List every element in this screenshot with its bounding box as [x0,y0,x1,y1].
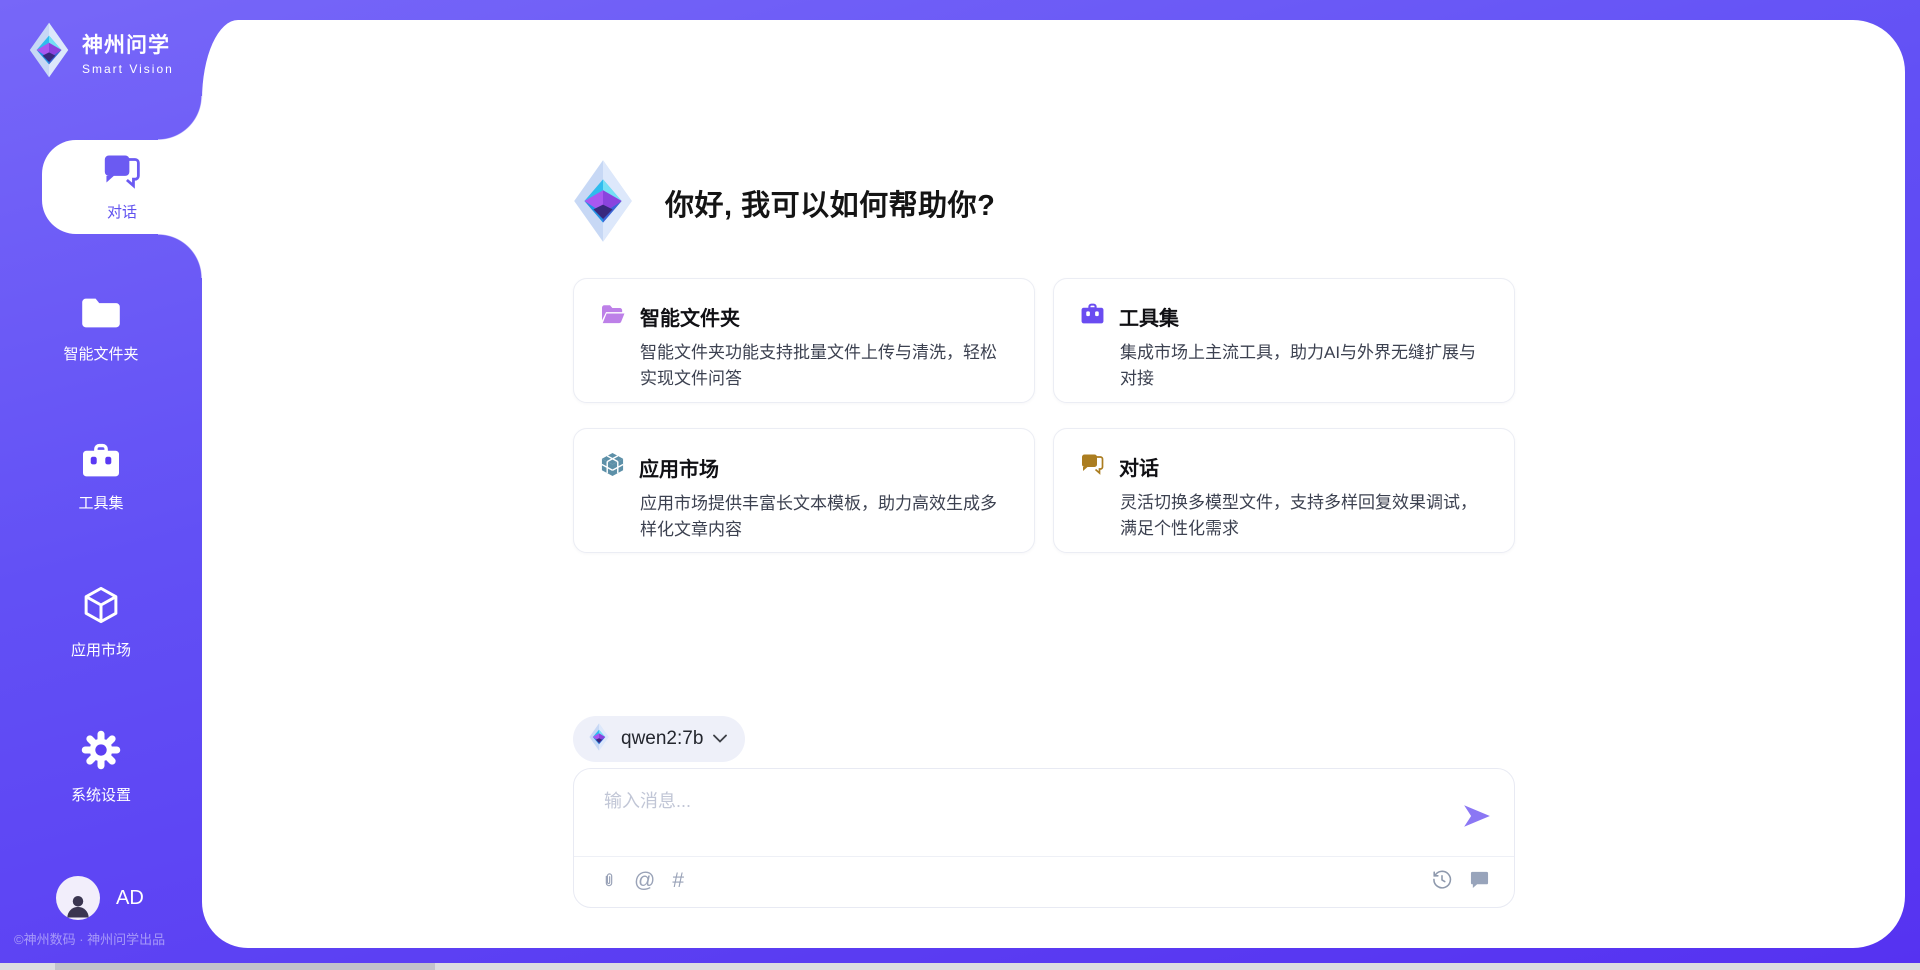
card-description: 集成市场上主流工具，助力AI与外界无缝扩展与对接 [1080,340,1488,391]
app-market-icon [600,452,625,482]
topic-button[interactable]: # [672,870,684,891]
gear-icon [80,729,122,776]
toolbox-icon [80,443,122,484]
sidebar-item-market[interactable]: 应用市场 [0,584,202,660]
sidebar-footer: ©神州数码 · 神州问学出品 [14,929,165,948]
model-selector[interactable]: qwen2:7b [573,716,745,762]
horizontal-scrollbar[interactable] [0,963,1920,970]
card-title: 应用市场 [639,453,719,482]
composer-divider [574,856,1514,857]
greeting-text: 你好, 我可以如何帮助你? [665,182,995,224]
sidebar-item-toolbox[interactable]: 工具集 [0,443,202,513]
card-chat[interactable]: 对话 灵活切换多模型文件，支持多样回复效果调试，满足个性化需求 [1053,428,1515,553]
card-app-market[interactable]: 应用市场 应用市场提供丰富长文本模板，助力高效生成多样化文章内容 [573,428,1035,553]
greeting: 你好, 我可以如何帮助你? [573,160,995,246]
send-icon [1462,803,1492,829]
brand: 神州问学 Smart Vision [26,22,174,83]
shortcut-cards: 智能文件夹 智能文件夹功能支持批量文件上传与清洗，轻松实现文件问答 工具集 集成… [573,278,1515,553]
card-toolbox[interactable]: 工具集 集成市场上主流工具，助力AI与外界无缝扩展与对接 [1053,278,1515,403]
card-smart-folder[interactable]: 智能文件夹 智能文件夹功能支持批量文件上传与清洗，轻松实现文件问答 [573,278,1035,403]
sidebar-item-label: 应用市场 [71,639,131,660]
active-tab-top-curve [158,96,202,140]
model-gem-icon [587,723,611,756]
send-button[interactable] [1462,803,1492,832]
card-title: 工具集 [1119,302,1179,331]
sidebar-item-label: 智能文件夹 [63,343,138,364]
card-description: 应用市场提供丰富长文本模板，助力高效生成多样化文章内容 [600,491,1008,542]
card-description: 智能文件夹功能支持批量文件上传与清洗，轻松实现文件问答 [600,340,1008,391]
sidebar-item-label: 对话 [107,201,137,222]
history-icon [1431,868,1453,890]
sidebar-item-label: 系统设置 [71,784,131,805]
avatar [56,876,100,920]
greeting-gem-icon [573,159,633,248]
user-initials: AD [116,887,144,910]
sidebar-item-label: 工具集 [78,492,123,513]
chevron-down-icon [713,730,727,748]
folder-icon [79,296,123,335]
chat-icon [1080,453,1105,480]
folder-open-icon [600,303,626,330]
feedback-button[interactable] [1469,870,1490,889]
message-input[interactable] [604,791,1444,812]
sidebar: 神州问学 Smart Vision 对话 智能文件夹 [0,0,202,970]
model-name: qwen2:7b [621,728,703,750]
toolbox-icon [1080,303,1105,330]
horizontal-scrollbar-thumb[interactable] [55,963,435,970]
card-title: 智能文件夹 [640,302,740,331]
cube-icon [79,584,123,631]
mention-button[interactable]: @ [634,870,655,891]
brand-subtitle: Smart Vision [82,62,174,76]
paperclip-icon [601,868,617,892]
chat-bubble-icon [1469,870,1490,889]
main-panel: 你好, 我可以如何帮助你? 智能文件夹 智能文件夹功能支持批量文件上传与清洗，轻… [202,20,1905,948]
message-composer: @ # [573,768,1515,908]
sidebar-item-settings[interactable]: 系统设置 [0,729,202,805]
brand-name: 神州问学 [82,29,174,59]
history-button[interactable] [1431,868,1453,890]
user-account[interactable]: AD [56,876,144,920]
chat-icon [102,153,142,194]
card-description: 灵活切换多模型文件，支持多样回复效果调试，满足个性化需求 [1080,490,1488,541]
attach-file-button[interactable] [601,868,617,892]
card-title: 对话 [1119,452,1159,481]
active-tab-bottom-curve [158,234,202,278]
sidebar-item-chat[interactable]: 对话 [42,140,202,234]
sidebar-item-folders[interactable]: 智能文件夹 [0,296,202,364]
brand-gem-icon [26,22,72,83]
